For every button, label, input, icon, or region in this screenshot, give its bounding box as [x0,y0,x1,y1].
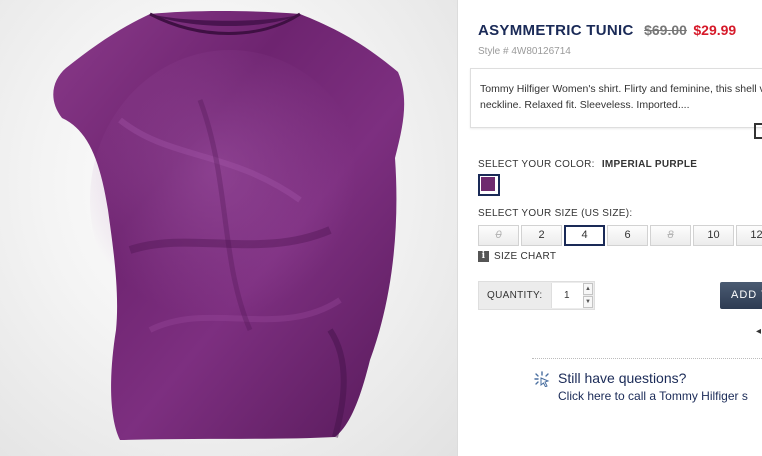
dotted-divider [532,358,762,359]
sparkle-cursor-icon [534,371,550,387]
quantity-up-icon[interactable]: ▲ [583,283,593,295]
product-panel: ASYMMETRIC TUNIC $69.00 $29.99 Style # 4… [458,0,762,456]
share-icon[interactable]: ◂ [756,326,761,337]
tunic-image [53,11,405,440]
original-price: $69.00 [644,22,687,38]
color-label-text: SELECT YOUR COLOR: [478,159,595,170]
swatch-fill [481,177,495,191]
color-label: SELECT YOUR COLOR: IMPERIAL PURPLE [478,159,697,170]
quantity-input[interactable] [551,283,583,308]
size-chart-link[interactable]: i SIZE CHART [478,251,556,262]
size-0-button[interactable]: 0 [478,225,519,246]
size-label: SELECT YOUR SIZE (US SIZE): [478,208,633,219]
size-2-button[interactable]: 2 [521,225,562,246]
title-row: ASYMMETRIC TUNIC $69.00 $29.99 [478,22,736,40]
selected-color-name: IMPERIAL PURPLE [601,159,698,170]
sale-price: $29.99 [693,22,737,38]
help-call-link[interactable]: Click here to call a Tommy Hilfiger s [558,389,748,403]
size-chart-label: SIZE CHART [494,251,557,262]
description-expand-icon[interactable] [754,123,762,139]
size-12-button[interactable]: 12 [736,225,762,246]
product-description: Tommy Hilfiger Women's shirt. Flirty and… [480,83,762,111]
size-8-button[interactable]: 8 [650,225,691,246]
color-swatch-imperial-purple[interactable] [478,174,500,196]
size-10-button[interactable]: 10 [693,225,734,246]
product-title: ASYMMETRIC TUNIC [478,22,634,39]
size-4-button[interactable]: 4 [564,225,605,246]
quantity-stepper: ▲ ▼ [583,283,593,308]
quantity-down-icon[interactable]: ▼ [583,296,593,308]
add-to-bag-button[interactable]: ADD T [720,282,762,309]
description-box: Tommy Hilfiger Women's shirt. Flirty and… [470,68,762,128]
size-selector: 0 2 4 6 8 10 12 [478,225,762,246]
quantity-control: QUANTITY: ▲ ▼ [478,281,595,310]
info-icon: i [478,251,489,262]
size-6-button[interactable]: 6 [607,225,648,246]
quantity-label: QUANTITY: [487,290,543,301]
product-photo [0,0,457,456]
style-number: Style # 4W80126714 [478,46,571,57]
help-heading: Still have questions? [558,370,687,386]
